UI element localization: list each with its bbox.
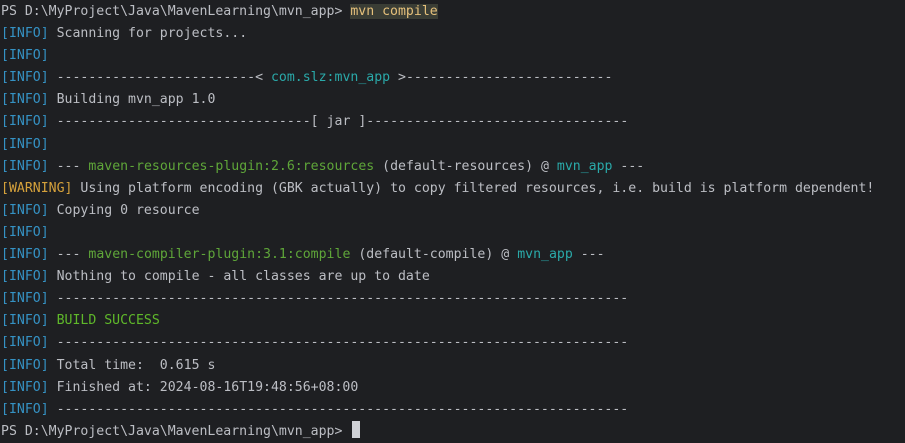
prompt: PS D:\MyProject\Java\MavenLearning\mvn_a… [1,4,343,19]
log-line-compiler-plugin: [INFO] --- maven-compiler-plugin:3.1:com… [0,244,905,266]
plugin-goal: maven-compiler-plugin:3.1:compile [88,247,351,263]
dashes: --- [620,158,645,174]
project-name: mvn_app [556,158,613,174]
execution-id: (default-compile) [358,247,494,263]
log-line-nothing: [INFO] Nothing to compile - all classes … [0,266,905,288]
log-line-resources-plugin: [INFO] --- maven-resources-plugin:2.6:re… [0,156,905,178]
terminal-window[interactable]: PS D:\MyProject\Java\MavenLearning\mvn_a… [0,0,905,439]
info-tag: [INFO] [1,269,49,285]
separator: --------------------------------[ [56,114,319,130]
log-line-separator: [INFO] ---------------------------------… [0,288,905,310]
info-tag: [INFO] [1,202,49,218]
log-message: Nothing to compile - all classes are up … [56,269,430,285]
separator: >-------------------------- [398,70,613,86]
log-message: Copying 0 resource [56,202,200,218]
project-name: mvn_app [517,247,573,263]
dashes: --- [56,247,81,263]
info-tag: [INFO] [1,379,49,395]
artifact-id: com.slz:mvn_app [270,70,391,86]
plugin-goal: maven-resources-plugin:2.6:resources [88,158,375,174]
separator: -------------------------< [56,70,264,86]
separator: ----------------------------------------… [56,335,629,351]
log-line-empty: [INFO] [0,134,905,156]
prompt: PS D:\MyProject\Java\MavenLearning\mvn_a… [1,423,343,439]
log-message: Scanning for projects... [56,26,248,42]
info-tag: [INFO] [1,70,49,86]
info-tag: [INFO] [1,136,49,152]
log-line-build-success: [INFO] BUILD SUCCESS [0,310,905,332]
info-tag: [INFO] [1,92,49,108]
log-line-separator: [INFO] ---------------------------------… [0,399,905,421]
build-status: BUILD SUCCESS [56,313,160,329]
prompt-line[interactable]: PS D:\MyProject\Java\MavenLearning\mvn_a… [0,420,905,443]
info-tag: [INFO] [1,48,49,64]
log-message: Building mvn_app 1.0 [56,92,216,108]
log-line-packaging: [INFO] --------------------------------[… [0,111,905,133]
info-tag: [INFO] [1,335,49,351]
text-cursor[interactable] [352,420,361,438]
warning-tag: [WARNING] [1,180,73,196]
info-tag: [INFO] [1,158,49,174]
separator: ]--------------------------------- [358,114,629,130]
at-sign: @ [540,158,549,174]
log-line-artifact: [INFO] -------------------------< com.sl… [0,67,905,89]
separator: ----------------------------------------… [56,401,629,417]
packaging: jar [326,114,351,130]
command-text: mvn compile [350,4,438,19]
info-tag: [INFO] [1,26,49,42]
log-line-scanning: [INFO] Scanning for projects... [0,23,905,45]
command-line: PS D:\MyProject\Java\MavenLearning\mvn_a… [0,1,905,23]
at-sign: @ [501,247,510,263]
dashes: --- [580,247,605,263]
warning-message: Using platform encoding (GBK actually) t… [80,180,875,196]
info-tag: [INFO] [1,313,49,329]
log-line-copying: [INFO] Copying 0 resource [0,200,905,222]
log-line-empty: [INFO] [0,222,905,244]
info-tag: [INFO] [1,401,49,417]
log-line-separator: [INFO] ---------------------------------… [0,332,905,354]
log-line-finished: [INFO] Finished at: 2024-08-16T19:48:56+… [0,377,905,399]
finished-at: Finished at: 2024-08-16T19:48:56+08:00 [56,379,359,395]
info-tag: [INFO] [1,224,49,240]
dashes: --- [56,158,81,174]
info-tag: [INFO] [1,291,49,307]
log-line-total-time: [INFO] Total time: 0.615 s [0,355,905,377]
separator: ----------------------------------------… [56,291,629,307]
info-tag: [INFO] [1,114,49,130]
execution-id: (default-resources) [382,158,534,174]
log-line-warning: [WARNING] Using platform encoding (GBK a… [0,178,905,200]
total-time: Total time: 0.615 s [56,357,216,373]
log-line-building: [INFO] Building mvn_app 1.0 [0,89,905,111]
log-line-empty: [INFO] [0,45,905,67]
info-tag: [INFO] [1,247,49,263]
info-tag: [INFO] [1,357,49,373]
